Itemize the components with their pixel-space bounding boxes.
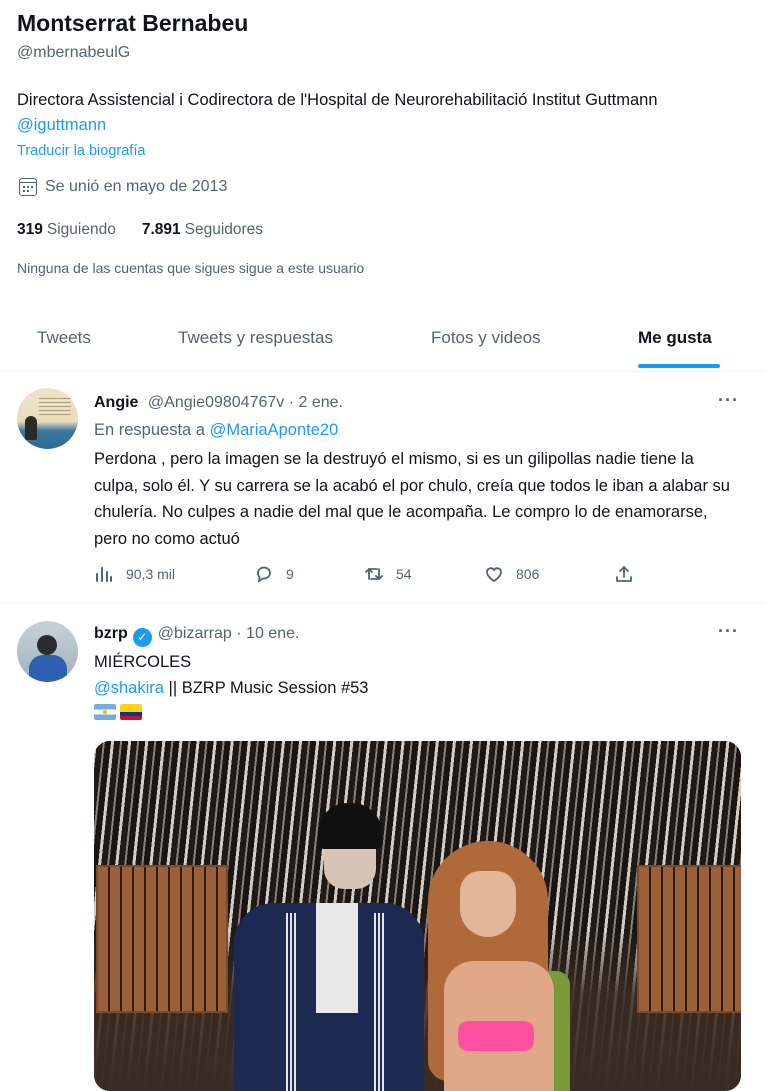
retweet-button[interactable]: 54 [364,564,412,584]
tweet-handle[interactable]: @Angie09804767v [148,394,284,411]
reply-icon [257,566,271,583]
tweet-meta: Angie @Angie09804767v · 2 ene. [94,394,343,412]
tab-media[interactable]: Fotos y videos [431,328,541,348]
bio-mention-link[interactable]: @iguttmann [17,116,106,134]
share-icon [616,566,632,582]
retweet-icon [365,568,383,580]
retweet-count: 54 [396,566,412,582]
colombia-flag-icon [120,704,142,720]
tweet-text: Perdona , pero la imagen se la destruyó … [94,450,730,548]
person-figure [234,803,424,1091]
tweet[interactable]: bzrp ✓ @bizarrap · 10 ene. ··· MIÉRCOLES @… [0,605,767,1091]
reply-button[interactable]: 9 [254,564,294,584]
profile-bio: Directora Assistencial i Codirectora de … [17,88,717,138]
tweet-meta: bzrp ✓ @bizarrap · 10 ene. [94,625,299,647]
followers-count: 7.891 [141,221,181,238]
person-figure [414,841,584,1091]
argentina-flag-icon [94,704,116,720]
followers-link[interactable]: 7.891 Seguidores [142,221,263,239]
like-button[interactable]: 806 [484,564,539,584]
tweet[interactable]: Angie @Angie09804767v · 2 ene. ··· En re… [0,374,767,604]
tweet-image[interactable] [94,741,741,1091]
avatar[interactable] [17,621,78,682]
avatar[interactable] [17,388,78,449]
analytics-icon [96,567,112,582]
reply-count: 9 [286,566,294,582]
more-options-icon[interactable]: ··· [718,390,739,411]
more-options-icon[interactable]: ··· [718,621,739,642]
tab-tweets[interactable]: Tweets [37,328,91,348]
translate-bio-link[interactable]: Traducir la biografía [17,143,145,159]
active-tab-indicator [638,364,720,368]
following-link[interactable]: 319 Siguiendo [17,221,116,239]
tweet-author[interactable]: Angie [94,394,138,411]
like-count: 806 [516,566,540,582]
tab-likes[interactable]: Me gusta [638,328,712,348]
calendar-icon [19,178,37,196]
tweet-text-line: MIÉRCOLES [94,653,192,671]
tweet-handle[interactable]: @bizarrap [158,625,232,642]
acoustic-panel [637,865,741,1013]
flag-emojis [94,704,142,720]
reply-context: En respuesta a @MariaAponte20 [94,421,338,440]
tweet-date[interactable]: · 10 ene. [236,625,299,642]
views-button[interactable]: 90,3 mil [94,564,175,584]
followers-label: Seguidores [184,221,264,238]
joined-text: Se unió en mayo de 2013 [45,178,228,195]
reply-mention-link[interactable]: @MariaAponte20 [210,421,339,439]
reply-prefix: En respuesta a [94,421,205,439]
views-count: 90,3 mil [126,566,176,582]
profile-tabs: Tweets Tweets y respuestas Fotos y video… [0,310,767,372]
tweet-actions: 90,3 mil 9 54 806 [94,564,654,588]
heart-icon [486,567,502,583]
follow-stats: 319 Siguiendo 7.891 Seguidores [17,221,263,239]
joined-date: Se unió en mayo de 2013 [19,178,227,196]
tweet-text: || BZRP Music Session #53 [168,679,369,697]
tab-tweets-replies[interactable]: Tweets y respuestas [178,328,333,348]
mention-link[interactable]: @shakira [94,679,164,697]
profile-handle: @mbernabeulG [17,44,131,61]
acoustic-panel [96,865,228,1013]
following-count: 319 [17,221,43,238]
profile-name: Montserrat Bernabeu [17,10,249,36]
following-label: Siguiendo [46,221,116,238]
mutual-followers-note: Ninguna de las cuentas que sigues sigue … [17,260,365,276]
bio-text: Directora Assistencial i Codirectora de … [17,91,658,109]
tweet-date[interactable]: · 2 ene. [289,394,343,411]
profile-header: Montserrat Bernabeu @mbernabeulG Directo… [0,0,767,372]
share-button[interactable] [614,564,634,584]
tweet-author[interactable]: bzrp [94,625,128,642]
tweet-text-line: @shakira || BZRP Music Session #53 [94,679,368,698]
verified-badge-icon: ✓ [132,628,152,647]
